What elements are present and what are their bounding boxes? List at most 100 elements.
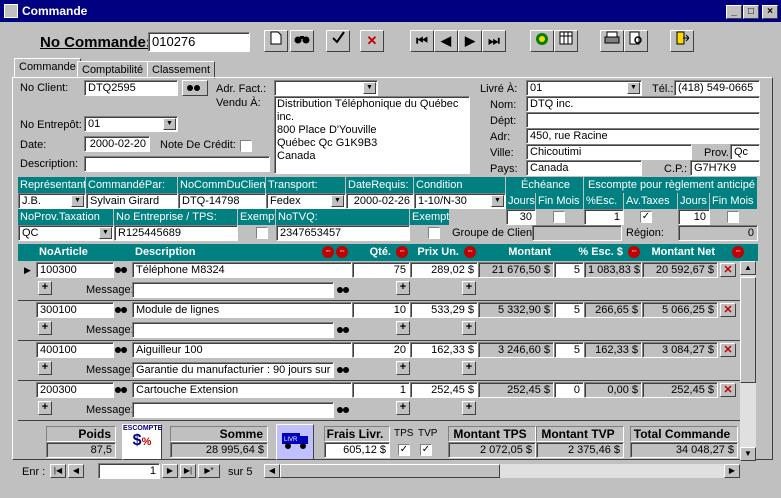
region-field[interactable]: 0 [678,225,758,241]
noarticle-cell[interactable]: 100300 [36,262,114,278]
save-check-button[interactable] [326,30,350,52]
chevron-down-icon[interactable]: ▼ [99,227,112,239]
h-scroll-thumb[interactable] [280,464,500,478]
esc-av-taxes-checkbox[interactable]: ✓ [640,211,652,223]
no-entrepot-select[interactable]: 01 ▼ [84,116,178,132]
message-field[interactable] [132,282,334,298]
message-field[interactable] [132,402,334,418]
order-number-field[interactable]: 010276 [148,32,250,52]
add-icon[interactable]: + [396,321,410,335]
nav-last-button[interactable]: ▶| [180,464,196,478]
scroll-left-button[interactable]: ◀ [264,464,280,478]
find-message-icon[interactable] [336,403,352,417]
no-comm-client-field[interactable]: DTQ-14798 [178,193,266,209]
next-record-button[interactable]: ▶ [458,30,482,52]
adr-fact-select[interactable]: ▼ [274,80,378,96]
maximize-button[interactable]: □ [743,5,759,19]
no-tps-field[interactable]: R125445689 [114,225,238,241]
previous-record-button[interactable]: ◀ [434,30,458,52]
sort-icon[interactable]: ◦◦ [322,246,334,258]
ech-fin-mois-checkbox[interactable] [553,211,565,223]
scroll-right-button[interactable]: ▶ [724,464,740,478]
message-field[interactable]: Garantie du manufacturier : 90 jours sur… [132,362,334,378]
chevron-down-icon[interactable]: ▼ [627,82,640,94]
date-requis-field[interactable]: 2000-02-26 [346,193,414,209]
description-field[interactable] [84,156,270,172]
add-icon[interactable]: + [38,321,52,335]
settings-icon[interactable] [530,30,554,52]
no-prov-select[interactable]: QC ▼ [18,225,114,241]
tps-checkbox[interactable]: ✓ [398,444,410,456]
add-icon[interactable]: + [462,281,476,295]
scroll-up-button[interactable]: ▲ [740,261,756,275]
delete-row-icon[interactable]: ✕ [720,343,736,357]
sort-icon[interactable]: ◦◦ [396,246,408,258]
transport-select[interactable]: Fedex ▼ [266,193,346,209]
date-field[interactable]: 2000-02-20 [84,136,150,152]
find-article-icon[interactable] [114,343,130,357]
exit-icon[interactable] [670,30,694,52]
chevron-down-icon[interactable]: ▼ [331,195,344,207]
find-message-icon[interactable] [336,323,352,337]
find-article-icon[interactable] [114,303,130,317]
sort-icon[interactable]: ◦◦ [732,246,744,258]
find-message-icon[interactable] [336,363,352,377]
description-cell[interactable]: Cartouche Extension [132,382,352,398]
chevron-down-icon[interactable]: ▼ [71,195,84,207]
add-icon[interactable]: + [396,361,410,375]
delete-row-icon[interactable]: ✕ [720,383,736,397]
esc-pct-cell[interactable]: 0 [554,382,584,398]
cp-field[interactable]: G7H7K9 [690,160,760,176]
qty-cell[interactable]: 75 [352,262,410,278]
pays-field[interactable]: Canada [526,160,642,176]
chevron-down-icon[interactable]: ▼ [363,82,376,94]
esc-pct-field[interactable]: 1 [584,209,624,225]
livre-select[interactable]: 01 ▼ [526,80,642,96]
print-preview-icon[interactable] [624,30,648,52]
qty-cell[interactable]: 20 [352,342,410,358]
price-cell[interactable]: 289,02 $ [410,262,478,278]
last-record-button[interactable]: ⏭ [482,30,506,52]
sort-icon[interactable]: ◦◦ [336,246,348,258]
esc-pct-cell[interactable]: 5 [554,262,584,278]
exempt-tvq-checkbox[interactable] [428,227,440,239]
add-icon[interactable]: + [462,401,476,415]
representant-select[interactable]: J.B. ▼ [18,193,86,209]
esc-pct-cell[interactable]: 5 [554,302,584,318]
tab-commande[interactable]: Commande [14,58,81,78]
no-tvq-field[interactable]: 2347653457 [276,225,410,241]
find-client-icon[interactable] [182,80,208,96]
find-article-icon[interactable] [114,383,130,397]
note-credit-checkbox[interactable] [240,140,252,152]
price-cell[interactable]: 533,29 $ [410,302,478,318]
nav-next-button[interactable]: ▶ [162,464,178,478]
scroll-thumb[interactable] [740,277,756,383]
ech-jours-field[interactable]: 30 [506,209,536,225]
sort-icon[interactable]: ◦◦ [464,246,476,258]
description-cell[interactable]: Module de lignes [132,302,352,318]
frais-field[interactable]: 605,12 $ [324,442,390,458]
print-icon[interactable] [600,30,624,52]
escompte-icon[interactable]: ESCOMPTE $% [122,424,162,460]
noarticle-cell[interactable]: 300100 [36,302,114,318]
scroll-down-button[interactable]: ▼ [740,447,756,461]
description-cell[interactable]: Aiguilleur 100 [132,342,352,358]
find-icon[interactable] [290,30,314,52]
chevron-down-icon[interactable]: ▼ [163,118,176,130]
add-icon[interactable]: + [462,361,476,375]
qty-cell[interactable]: 1 [352,382,410,398]
add-icon[interactable]: + [396,281,410,295]
qty-cell[interactable]: 10 [352,302,410,318]
add-icon[interactable]: + [396,401,410,415]
add-icon[interactable]: + [462,321,476,335]
esc-pct-cell[interactable]: 5 [554,342,584,358]
add-icon[interactable]: + [38,281,52,295]
message-field[interactable] [132,322,334,338]
tel-field[interactable]: (418) 549-0665 [674,80,760,96]
esc-jours-field[interactable]: 10 [678,209,710,225]
add-icon[interactable]: + [38,401,52,415]
prov-field[interactable]: Qc [730,144,760,160]
add-icon[interactable]: + [38,361,52,375]
close-button[interactable]: × [762,5,778,19]
delete-row-icon[interactable]: ✕ [720,263,736,277]
